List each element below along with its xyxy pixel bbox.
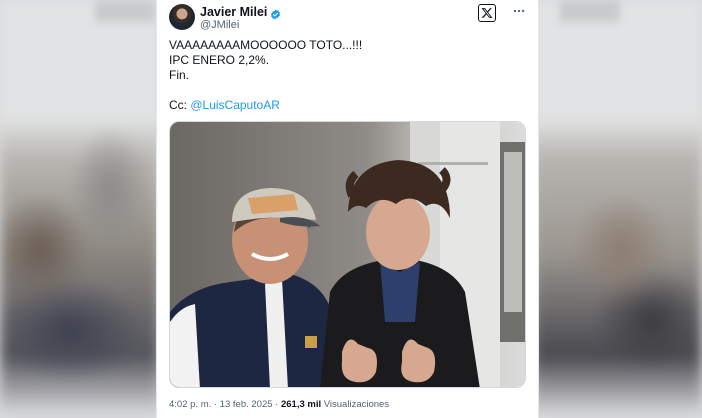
more-icon[interactable] (512, 4, 526, 20)
timestamp[interactable]: 4:02 p. m. · 13 feb. 2025 · (169, 399, 281, 410)
blurred-background-top-right (560, 0, 620, 22)
tweet-text-line: IPC ENERO 2,2%. (169, 53, 270, 67)
verified-badge-icon (270, 7, 281, 20)
author-name-row: Javier Milei (200, 5, 281, 20)
mention-link[interactable]: @LuisCaputoAR (190, 98, 280, 112)
photo-illustration (170, 122, 525, 387)
blurred-background-top-left (95, 0, 155, 22)
author-display-name[interactable]: Javier Milei (200, 5, 267, 19)
x-logo-icon[interactable] (478, 4, 496, 22)
avatar[interactable] (169, 4, 195, 30)
views-count: 261,3 mil (280, 399, 322, 410)
tweet-text-line: VAAAAAAAAMOOOOOO TOTO...!!! (169, 38, 363, 52)
views-label: Visualizaciones (323, 399, 390, 410)
tweet-text: VAAAAAAAAMOOOOOO TOTO...!!! IPC ENERO 2,… (169, 38, 526, 113)
blurred-background-left (0, 0, 160, 418)
cc-line: Cc: @LuisCaputoAR (169, 98, 526, 113)
tweet-photo[interactable] (169, 121, 526, 388)
tweet-card: Javier Milei @JMilei VAAAAAAAAMOOOOOO TO… (157, 0, 538, 418)
author-handle[interactable]: @JMilei (200, 19, 239, 31)
tweet-footer: 4:02 p. m. · 13 feb. 2025 · 261,3 mil Vi… (169, 399, 389, 410)
blurred-background-right (532, 0, 702, 418)
cc-label: Cc: (169, 98, 191, 112)
tweet-text-line: Fin. (169, 68, 190, 82)
tweet-header: Javier Milei @JMilei (169, 4, 526, 32)
